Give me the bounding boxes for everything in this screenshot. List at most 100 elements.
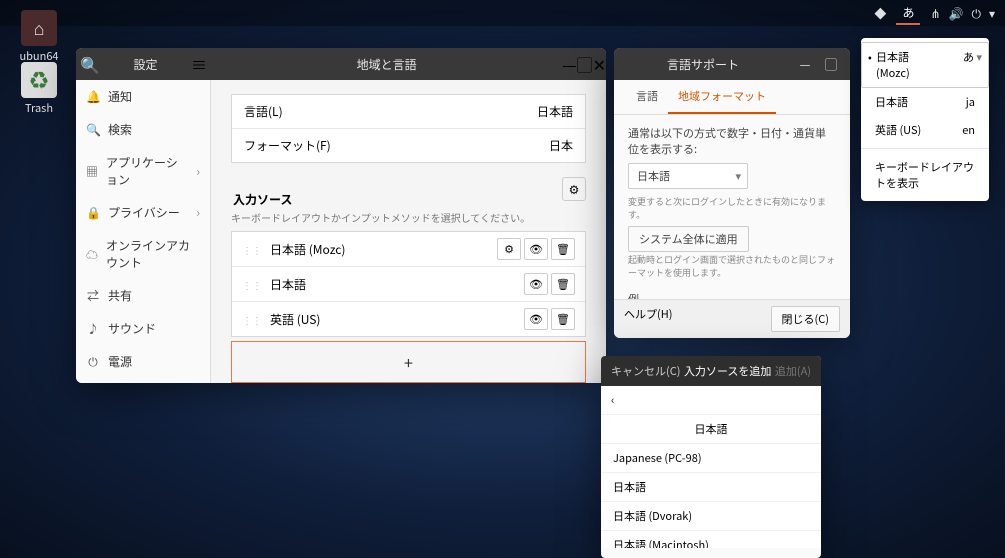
sidebar-icon: ▦	[86, 163, 98, 180]
preferences-button[interactable]: ⚙	[497, 238, 521, 260]
tabs: 言語 地域フォーマット	[614, 80, 850, 115]
search-button[interactable]: 🔍	[80, 52, 100, 76]
input-method-indicator[interactable]: あ	[896, 2, 920, 25]
sidebar-icon: ♪	[86, 320, 100, 337]
power-icon[interactable]: ⏻	[971, 5, 981, 22]
desktop-icon-home[interactable]: ⌂ ubun64	[14, 10, 64, 64]
option-label: 日本語	[613, 479, 646, 495]
menu-button[interactable]: ≡	[191, 52, 207, 76]
language-support-header: 言語サポート — ▢	[614, 48, 850, 80]
input-source-label: 英語 (US)	[270, 311, 521, 328]
add-button[interactable]: 追加(A)	[775, 363, 811, 379]
settings-main-header: 地域と言語 — ▢ ✕	[211, 48, 606, 80]
im-code: en	[962, 122, 975, 138]
apply-note: 起動時とログイン画面で選択されたものと同じフォーマットを使用します。	[628, 253, 836, 279]
sidebar-label: 通知	[108, 88, 132, 105]
sidebar-label: 電源	[108, 353, 132, 370]
add-input-source-body: ‹ 日本語 Japanese (PC-98)日本語日本語 (Dvorak)日本語…	[601, 386, 821, 548]
desktop-icon-trash[interactable]: ♻ Trash	[14, 62, 64, 116]
settings-window: 🔍 設定 ≡ 地域と言語 — ▢ ✕ 🔔 通知 🔍 検索 ▦アプリケーション› 🔒 プライバ…	[76, 48, 606, 383]
format-desc: 通常は以下の方式で数字・日付・通貨単位を表示する:	[628, 125, 836, 157]
drag-handle-icon[interactable]: ⋮⋮	[242, 277, 262, 292]
drag-handle-icon[interactable]: ⋮⋮	[242, 242, 262, 257]
sidebar-label: 検索	[108, 121, 132, 138]
im-option[interactable]: 日本語ja	[861, 88, 989, 116]
sidebar-icon: ⇄	[86, 287, 100, 304]
sidebar-icon: 🔒	[86, 204, 100, 221]
region-card: 言語(L) 日本語 フォーマット(F) 日本	[231, 94, 586, 163]
im-label: 日本語	[875, 94, 908, 110]
input-source-label: 日本語	[270, 276, 521, 293]
im-code: あ	[963, 49, 974, 81]
help-button[interactable]: ヘルプ(H)	[624, 306, 672, 332]
input-sources-sub: キーボードレイアウトかインプットメソッドを選択してください。	[231, 210, 530, 225]
delete-button[interactable]: 🗑	[551, 238, 575, 260]
sidebar-icon: ⏻	[86, 353, 100, 370]
sidebar-icon: 🔍	[86, 121, 100, 138]
close-button[interactable]: 閉じる(C)	[771, 306, 840, 332]
maximize-button[interactable]: ▢	[818, 54, 844, 74]
view-layout-button[interactable]: 👁	[524, 308, 548, 330]
drag-handle-icon[interactable]: ⋮⋮	[242, 312, 262, 327]
add-input-source-button[interactable]: +	[231, 341, 586, 383]
format-row[interactable]: フォーマット(F) 日本	[232, 129, 585, 162]
sidebar-icon: 🔔	[86, 88, 100, 105]
desktop-icon-label: Trash	[14, 100, 64, 116]
sidebar-label: サウンド	[108, 320, 156, 337]
format-select[interactable]: 日本語	[628, 163, 748, 189]
input-source-option[interactable]: Japanese (PC-98)	[601, 444, 821, 473]
language-support-window: 言語サポート — ▢ 言語 地域フォーマット 通常は以下の方式で数字・日付・通貨…	[614, 48, 850, 338]
settings-sidebar-header: 🔍 設定 ≡	[76, 48, 211, 80]
window-title: 言語サポート	[614, 56, 792, 73]
language-row[interactable]: 言語(L) 日本語	[232, 95, 585, 129]
input-sources-settings-button[interactable]: ⚙	[562, 177, 586, 201]
tab-regional-format[interactable]: 地域フォーマット	[668, 80, 776, 114]
tab-language[interactable]: 言語	[626, 80, 668, 114]
back-button[interactable]: ‹	[601, 386, 821, 415]
input-source-row: ⋮⋮ 英語 (US)👁🗑	[232, 302, 585, 336]
sidebar-item[interactable]: 🔍 検索	[76, 113, 210, 146]
minimize-button[interactable]: —	[792, 54, 818, 74]
close-button[interactable]: ✕	[593, 52, 606, 76]
im-option[interactable]: 英語 (US) en	[861, 116, 989, 144]
im-option[interactable]: 日本語 (Mozc)あ	[861, 42, 989, 88]
sidebar-item[interactable]: ⇄共有	[76, 279, 210, 312]
delete-button[interactable]: 🗑	[551, 308, 575, 330]
volume-icon[interactable]: 🔊	[949, 5, 964, 22]
sidebar-item[interactable]: ♪ サウンド	[76, 312, 210, 345]
input-source-row: ⋮⋮ 日本語👁🗑	[232, 267, 585, 302]
network-icon[interactable]: ⋔	[930, 5, 940, 22]
sidebar-item[interactable]: ☁オンラインアカウント	[76, 229, 210, 279]
option-label: 日本語 (Macintosh)	[613, 537, 709, 548]
apply-system-button[interactable]: システム全体に適用	[628, 226, 749, 252]
sidebar-item[interactable]: ⏻ 電源	[76, 345, 210, 378]
sidebar-item[interactable]: 🖥ディスプレイ	[76, 378, 210, 383]
minimize-button[interactable]: —	[562, 52, 576, 76]
label: キーボードレイアウトを表示	[875, 159, 975, 191]
maximize-button[interactable]: ▢	[577, 52, 593, 76]
sidebar-item[interactable]: ▦アプリケーション›	[76, 146, 210, 196]
label: フォーマット(F)	[244, 137, 331, 154]
page-title: 地域と言語	[211, 56, 562, 73]
view-layout-button[interactable]: 👁	[524, 238, 548, 260]
sidebar-label: プライバシー	[108, 204, 180, 221]
view-layout-button[interactable]: 👁	[524, 273, 548, 295]
input-source-option[interactable]: 日本語 (Dvorak)	[601, 502, 821, 531]
settings-main: 言語(L) 日本語 フォーマット(F) 日本 入力ソース キーボードレイアウトか…	[211, 80, 606, 383]
chevron-right-icon: ›	[196, 204, 200, 221]
topbar: ◆ あ ⋔ 🔊 ⏻ ▾	[0, 0, 1005, 26]
delete-button[interactable]: 🗑	[551, 273, 575, 295]
input-sources-list: ⋮⋮日本語 (Mozc)⚙👁🗑⋮⋮日本語👁🗑⋮⋮英語 (US)👁🗑	[231, 231, 586, 337]
cancel-button[interactable]: キャンセル(C)	[611, 363, 680, 379]
chevron-down-icon[interactable]: ▾	[989, 5, 995, 22]
input-source-option[interactable]: 日本語	[601, 473, 821, 502]
dialog-title: 入力ソースを追加	[684, 363, 771, 379]
input-method-popup: 日本語 (Mozc)あ日本語ja 英語 (US) en キーボードレイアウトを表示	[861, 38, 989, 201]
im-label: 英語 (US)	[875, 122, 921, 138]
show-keyboard-layout[interactable]: キーボードレイアウトを表示	[861, 153, 989, 197]
sidebar-item[interactable]: 🔔 通知	[76, 80, 210, 113]
shield-icon: ◆	[874, 5, 886, 22]
settings-sidebar: 🔔 通知 🔍 検索 ▦アプリケーション› 🔒 プライバシー › ☁オンラインアカウント⇄共有 ♪ サ…	[76, 80, 211, 383]
input-source-option[interactable]: 日本語 (Macintosh)	[601, 531, 821, 548]
sidebar-item[interactable]: 🔒 プライバシー ›	[76, 196, 210, 229]
